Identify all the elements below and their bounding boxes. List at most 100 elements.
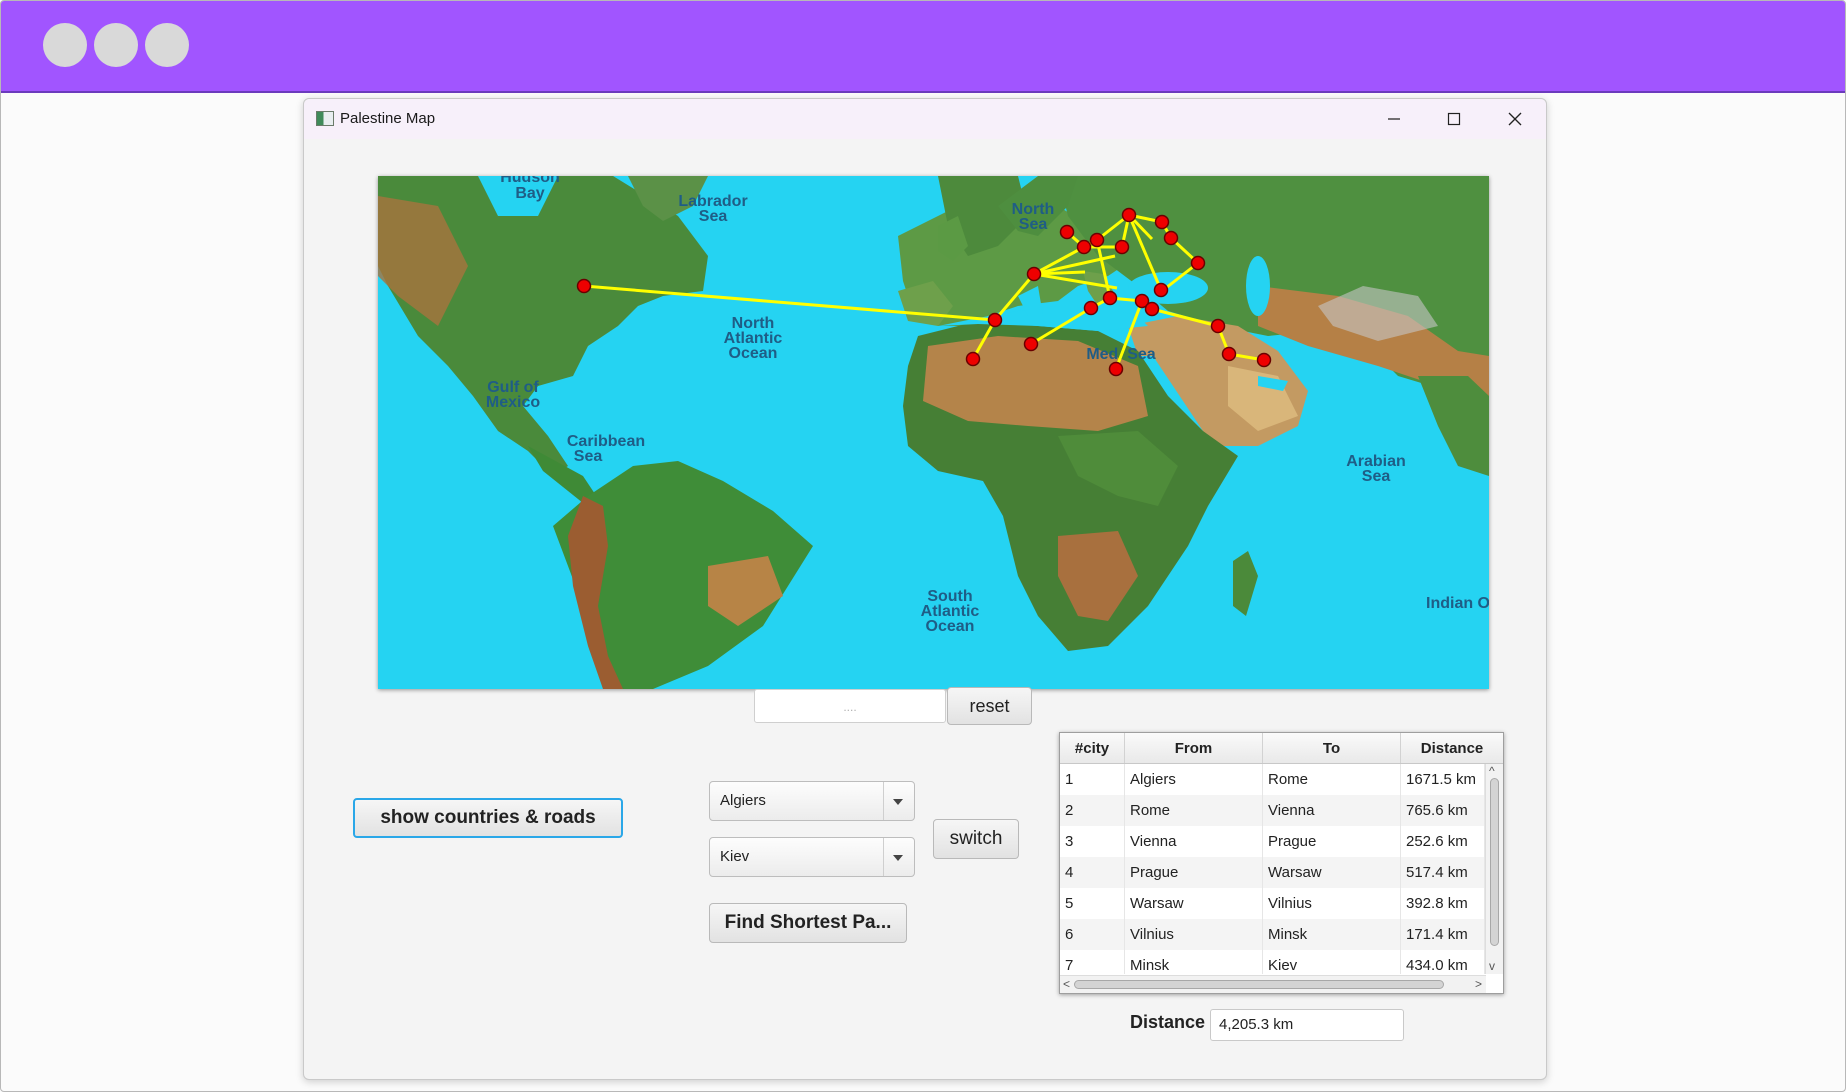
to-city-select[interactable]: Kiev bbox=[709, 837, 915, 877]
column-header-distance[interactable]: Distance bbox=[1401, 733, 1503, 763]
city-marker[interactable] bbox=[1153, 282, 1169, 298]
minimize-icon bbox=[1388, 118, 1400, 120]
column-header-city[interactable]: #city bbox=[1060, 733, 1125, 763]
city-search-input[interactable]: .... bbox=[754, 689, 946, 723]
map-label-caribbean-2: Sea bbox=[574, 448, 603, 465]
table-row[interactable]: 1 Algiers Rome 1671.5 km bbox=[1060, 764, 1485, 795]
reset-button[interactable]: reset bbox=[947, 687, 1032, 725]
table-row[interactable]: 7 Minsk Kiev 434.0 km bbox=[1060, 950, 1485, 974]
city-marker[interactable] bbox=[965, 351, 981, 367]
map-label-labrador-2: Sea bbox=[699, 208, 728, 225]
window-title: Palestine Map bbox=[340, 110, 436, 127]
cell-distance: 252.6 km bbox=[1401, 826, 1485, 857]
cell-to: Kiev bbox=[1263, 950, 1401, 974]
app-window: Palestine Map Hudson Bay Labrador Sea No… bbox=[303, 98, 1547, 1080]
route-table: #city From To Distance 1 Algiers Rome 16… bbox=[1059, 732, 1504, 994]
city-marker[interactable] bbox=[1059, 224, 1075, 240]
city-marker[interactable] bbox=[1102, 290, 1118, 306]
scroll-down-icon[interactable]: v bbox=[1489, 960, 1495, 972]
table-horizontal-scrollbar[interactable]: < > bbox=[1060, 975, 1486, 993]
maximize-icon bbox=[1447, 112, 1461, 126]
city-marker[interactable] bbox=[1089, 232, 1105, 248]
map-label-hudson-2: Bay bbox=[515, 185, 544, 202]
city-marker[interactable] bbox=[987, 312, 1003, 328]
scroll-up-icon[interactable]: ^ bbox=[1489, 765, 1495, 777]
city-marker[interactable] bbox=[1108, 361, 1124, 377]
cell-index: 3 bbox=[1060, 826, 1125, 857]
minimize-button[interactable] bbox=[1370, 104, 1418, 134]
cell-to: Warsaw bbox=[1263, 857, 1401, 888]
city-marker[interactable] bbox=[1190, 255, 1206, 271]
cell-from: Algiers bbox=[1125, 764, 1263, 795]
browser-toolbar bbox=[1, 1, 1845, 93]
city-marker[interactable] bbox=[1023, 336, 1039, 352]
city-marker[interactable] bbox=[1083, 300, 1099, 316]
to-city-value: Kiev bbox=[720, 848, 750, 865]
find-shortest-path-button[interactable]: Find Shortest Pa... bbox=[709, 903, 907, 943]
map-label-north-atlantic-3: Ocean bbox=[729, 345, 778, 362]
app-icon bbox=[316, 111, 334, 126]
switch-button[interactable]: switch bbox=[933, 819, 1019, 859]
map-label-north-sea-2: Sea bbox=[1019, 216, 1048, 233]
city-marker[interactable] bbox=[1210, 318, 1226, 334]
window-dot-minimize[interactable] bbox=[94, 23, 138, 67]
city-marker[interactable] bbox=[1256, 352, 1272, 368]
chevron-down-icon bbox=[893, 799, 903, 805]
cell-to: Minsk bbox=[1263, 919, 1401, 950]
cell-index: 5 bbox=[1060, 888, 1125, 919]
cell-to: Rome bbox=[1263, 764, 1401, 795]
world-map[interactable]: Hudson Bay Labrador Sea North Sea North … bbox=[378, 176, 1489, 689]
cell-distance: 517.4 km bbox=[1401, 857, 1485, 888]
map-label-south-atlantic-3: Ocean bbox=[926, 618, 975, 635]
column-header-from[interactable]: From bbox=[1125, 733, 1263, 763]
close-button[interactable] bbox=[1491, 104, 1539, 134]
column-header-to[interactable]: To bbox=[1263, 733, 1401, 763]
city-marker[interactable] bbox=[1114, 239, 1130, 255]
table-row[interactable]: 6 Vilnius Minsk 171.4 km bbox=[1060, 919, 1485, 950]
show-countries-roads-button[interactable]: show countries & roads bbox=[353, 798, 623, 838]
window-dot-close[interactable] bbox=[43, 23, 87, 67]
cell-distance: 765.6 km bbox=[1401, 795, 1485, 826]
maximize-button[interactable] bbox=[1430, 104, 1478, 134]
city-marker[interactable] bbox=[576, 278, 592, 294]
map-label-gulf-2: Mexico bbox=[486, 394, 540, 411]
city-marker[interactable] bbox=[1144, 301, 1160, 317]
cell-from: Rome bbox=[1125, 795, 1263, 826]
cell-from: Minsk bbox=[1125, 950, 1263, 974]
cell-index: 6 bbox=[1060, 919, 1125, 950]
city-marker[interactable] bbox=[1221, 346, 1237, 362]
city-marker[interactable] bbox=[1121, 207, 1137, 223]
from-city-value: Algiers bbox=[720, 792, 766, 809]
table-row[interactable]: 3 Vienna Prague 252.6 km bbox=[1060, 826, 1485, 857]
title-bar: Palestine Map bbox=[304, 99, 1546, 139]
horizontal-scroll-thumb[interactable] bbox=[1074, 980, 1444, 989]
cell-index: 2 bbox=[1060, 795, 1125, 826]
city-marker[interactable] bbox=[1163, 230, 1179, 246]
table-vertical-scrollbar[interactable]: ^ v bbox=[1485, 764, 1503, 974]
map-label-indian: Indian O bbox=[1426, 595, 1489, 612]
cell-index: 4 bbox=[1060, 857, 1125, 888]
city-marker[interactable] bbox=[1026, 266, 1042, 282]
table-row[interactable]: 4 Prague Warsaw 517.4 km bbox=[1060, 857, 1485, 888]
cell-distance: 392.8 km bbox=[1401, 888, 1485, 919]
cell-to: Vilnius bbox=[1263, 888, 1401, 919]
window-dot-maximize[interactable] bbox=[145, 23, 189, 67]
distance-field[interactable]: 4,205.3 km bbox=[1210, 1009, 1404, 1041]
map-graphic: Hudson Bay Labrador Sea North Sea North … bbox=[378, 176, 1489, 689]
close-icon bbox=[1508, 112, 1522, 126]
cell-index: 7 bbox=[1060, 950, 1125, 974]
cell-from: Prague bbox=[1125, 857, 1263, 888]
scroll-left-icon[interactable]: < bbox=[1063, 978, 1070, 990]
city-marker[interactable] bbox=[1154, 214, 1170, 230]
scroll-right-icon[interactable]: > bbox=[1475, 978, 1482, 990]
table-body: 1 Algiers Rome 1671.5 km 2 Rome Vienna 7… bbox=[1060, 764, 1485, 974]
cell-from: Vienna bbox=[1125, 826, 1263, 857]
table-row[interactable]: 5 Warsaw Vilnius 392.8 km bbox=[1060, 888, 1485, 919]
browser-frame: Palestine Map Hudson Bay Labrador Sea No… bbox=[0, 0, 1846, 1092]
cell-distance: 434.0 km bbox=[1401, 950, 1485, 974]
from-city-select[interactable]: Algiers bbox=[709, 781, 915, 821]
chevron-down-icon bbox=[893, 855, 903, 861]
city-marker[interactable] bbox=[1076, 239, 1092, 255]
vertical-scroll-thumb[interactable] bbox=[1490, 778, 1499, 946]
table-row[interactable]: 2 Rome Vienna 765.6 km bbox=[1060, 795, 1485, 826]
